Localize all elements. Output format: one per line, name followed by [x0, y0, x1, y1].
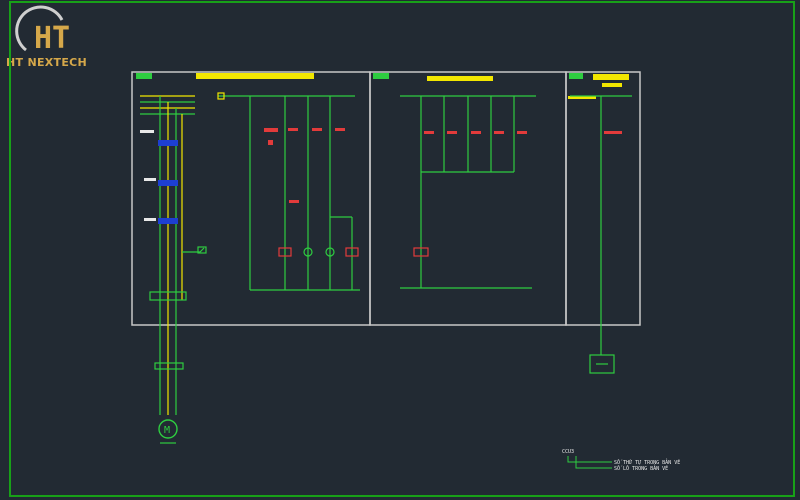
drawing-frame [9, 1, 795, 497]
panel-tag-left [136, 73, 152, 79]
title-bar-right-1 [593, 74, 629, 80]
power-circuit [140, 95, 207, 415]
panel-tag-middle [373, 73, 389, 79]
control-circuit-left [217, 92, 360, 291]
motor-label: M [164, 425, 170, 436]
panel-tag-right [569, 73, 583, 79]
legend-line-1: SỐ THỨ TỰ TRONG BẢN VẼ [614, 458, 680, 466]
cad-drawing-canvas[interactable]: M CCU3 SỐ THỨ TỰ TRONG BẢN VẼ SỐ LÔ TRON… [0, 0, 800, 500]
control-circuit-middle [400, 95, 536, 289]
terminal-block-2 [158, 180, 178, 186]
panel-right [565, 71, 641, 326]
title-bar-middle [427, 76, 493, 81]
legend-line-2: SỐ LÔ TRONG BẢN VẼ [614, 464, 668, 472]
terminal-block-1 [158, 140, 178, 146]
drawing-legend: CCU3 SỐ THỨ TỰ TRONG BẢN VẼ SỐ LÔ TRONG … [562, 449, 680, 472]
legend-tag: CCU3 [562, 449, 574, 455]
motor-symbol: M [158, 419, 178, 444]
title-bar-right-2 [602, 83, 622, 87]
title-bar-left [196, 73, 314, 79]
control-circuit-right [570, 95, 632, 374]
terminal-block-3 [158, 218, 178, 224]
